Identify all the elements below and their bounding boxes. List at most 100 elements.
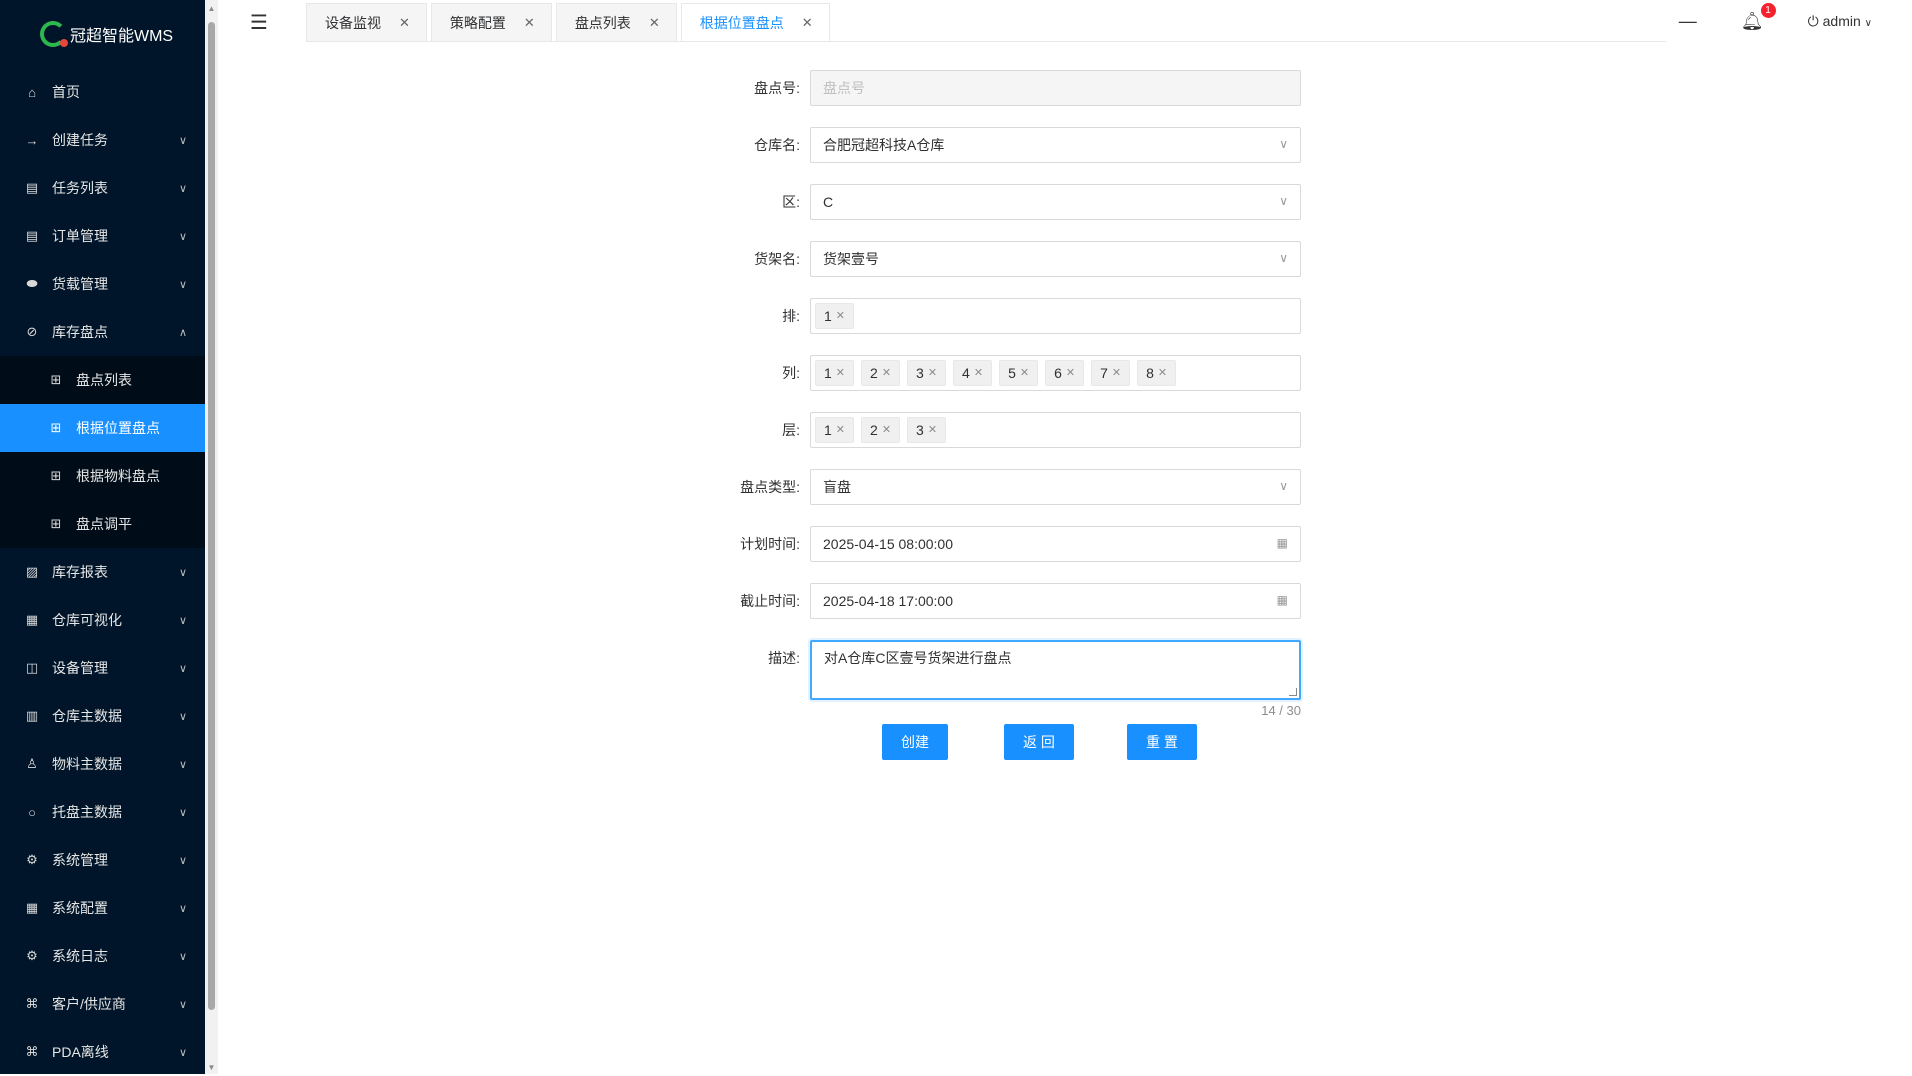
user-menu[interactable]: ⏻ admin ∨ — [1808, 13, 1872, 30]
create-button[interactable]: 创建 — [882, 724, 948, 760]
sidebar-item[interactable]: ◫ 设备管理 ∨ — [0, 644, 205, 692]
scrollbar-thumb[interactable] — [208, 22, 215, 1010]
sidebar-item[interactable]: ⊘ 库存盘点 ∧ — [0, 308, 205, 356]
sidebar-item[interactable]: ▨ 库存报表 ∨ — [0, 548, 205, 596]
count-type-value: 盲盘 — [823, 479, 851, 495]
close-icon[interactable]: ✕ — [1112, 360, 1121, 386]
chevron-down-icon: ∨ — [178, 134, 187, 147]
sidebar-item[interactable]: ○ 托盘主数据 ∨ — [0, 788, 205, 836]
deadline-picker[interactable]: 2025-04-18 17:00:00 ▦ — [810, 583, 1301, 619]
form-row-plan-time: 计划时间: 2025-04-15 08:00:00 ▦ — [730, 526, 1310, 583]
tab[interactable]: 根据位置盘点 ✕ — [680, 3, 830, 41]
sidebar-item[interactable]: ⬬ 货载管理 ∨ — [0, 260, 205, 308]
chevron-down-icon: ∨ — [178, 182, 187, 195]
close-icon[interactable]: ✕ — [974, 360, 983, 386]
count-no-label: 盘点号: — [754, 80, 800, 96]
back-button[interactable]: 返 回 — [1004, 724, 1074, 760]
apps-icon: ▦ — [25, 900, 39, 915]
plan-time-picker[interactable]: 2025-04-15 08:00:00 ▦ — [810, 526, 1301, 562]
notification-button[interactable]: 🔔︎ 1 — [1741, 2, 1776, 32]
sidebar-item-label: 任务列表 — [52, 180, 108, 196]
close-icon[interactable]: ✕ — [882, 360, 891, 386]
count-type-select[interactable]: 盲盘 ∨ — [810, 469, 1301, 505]
arrow-right-icon: → — [25, 132, 39, 148]
tab-bar: 设备监视 ✕ 策略配置 ✕ 盘点列表 ✕ 根据位置盘点 ✕ — [306, 3, 1666, 42]
command-icon: ⌘ — [25, 996, 39, 1011]
form-row-count-type: 盘点类型: 盲盘 ∨ — [730, 469, 1310, 526]
sidebar-item[interactable]: ⌘ PDA离线 ∨ — [0, 1028, 205, 1076]
column-multiselect[interactable]: 1 ✕ 2 ✕ 3 ✕ 4 ✕ 5 ✕ 6 ✕ 7 ✕ 8 ✕ — [810, 355, 1301, 391]
sidebar-item[interactable]: ⊞ 根据位置盘点 — [0, 404, 205, 452]
minimize-icon[interactable]: — — [1679, 11, 1697, 32]
sidebar-item[interactable]: ⌂ 首页 — [0, 68, 205, 116]
close-icon[interactable]: ✕ — [1158, 360, 1167, 386]
sidebar-item[interactable]: ▥ 仓库主数据 ∨ — [0, 692, 205, 740]
close-icon[interactable]: ✕ — [802, 15, 813, 31]
sidebar-item-label: 物料主数据 — [52, 756, 122, 772]
command-icon: ⌘ — [25, 1044, 39, 1059]
close-icon[interactable]: ✕ — [882, 417, 891, 443]
warehouse-select[interactable]: 合肥冠超科技A仓库 ∨ — [810, 127, 1301, 163]
close-icon[interactable]: ✕ — [524, 15, 535, 31]
close-icon[interactable]: ✕ — [1020, 360, 1029, 386]
brand-title: 冠超智能WMS — [70, 28, 174, 45]
sidebar-item[interactable]: ⊞ 盘点列表 — [0, 356, 205, 404]
scroll-down-icon[interactable]: ▼ — [207, 1063, 216, 1072]
sidebar-item[interactable]: ▤ 任务列表 ∨ — [0, 164, 205, 212]
sidebar-item[interactable]: ⚙ 系统日志 ∨ — [0, 932, 205, 980]
header: ☰ 设备监视 ✕ 策略配置 ✕ 盘点列表 ✕ 根据位置盘点 ✕ — 🔔︎ 1 ⏻ admin ∨ — [218, 0, 1912, 42]
close-icon[interactable]: ✕ — [836, 360, 845, 386]
calendar-icon: ▦ — [1276, 593, 1288, 607]
shelf-value: 货架壹号 — [823, 251, 879, 267]
deadline-value: 2025-04-18 17:00:00 — [823, 593, 953, 609]
selected-tag: 4 ✕ — [953, 360, 993, 386]
zone-select[interactable]: C ∨ — [810, 184, 1301, 220]
brand-logo[interactable]: 冠超智能WMS — [0, 0, 205, 68]
resize-handle-icon[interactable] — [1289, 688, 1297, 696]
close-icon[interactable]: ✕ — [836, 303, 845, 329]
sidebar-item[interactable]: ⊞ 根据物料盘点 — [0, 452, 205, 500]
sidebar-item-label: 盘点调平 — [76, 516, 132, 532]
grid-icon: ▦ — [25, 612, 39, 627]
username: admin — [1822, 12, 1861, 29]
close-icon[interactable]: ✕ — [649, 15, 660, 31]
sidebar-item[interactable]: ♙ 物料主数据 ∨ — [0, 740, 205, 788]
scroll-up-icon[interactable]: ▲ — [207, 4, 216, 13]
description-value: 对A仓库C区壹号货架进行盘点 — [824, 650, 1012, 666]
description-label: 描述: — [768, 650, 800, 666]
chevron-down-icon: ∨ — [178, 614, 187, 627]
close-icon[interactable]: ✕ — [836, 417, 845, 443]
sidebar-item[interactable]: ▦ 仓库可视化 ∨ — [0, 596, 205, 644]
selected-tag: 1 ✕ — [815, 303, 855, 329]
description-textarea[interactable]: 对A仓库C区壹号货架进行盘点 — [810, 640, 1301, 700]
form-actions: 创建 返 回 重 置 — [882, 724, 1310, 760]
sidebar-scrollbar[interactable]: ▲ ▼ — [205, 0, 218, 1074]
close-icon[interactable]: ✕ — [928, 360, 937, 386]
sidebar-item[interactable]: → 创建任务 ∨ — [0, 116, 205, 164]
tab-label: 盘点列表 — [574, 14, 631, 31]
close-icon[interactable]: ✕ — [1066, 360, 1075, 386]
reset-button[interactable]: 重 置 — [1127, 724, 1197, 760]
layer-multiselect[interactable]: 1 ✕ 2 ✕ 3 ✕ — [810, 412, 1301, 448]
zone-value: C — [823, 194, 834, 210]
close-icon[interactable]: ✕ — [399, 15, 410, 31]
tab[interactable]: 设备监视 ✕ — [306, 3, 427, 41]
sidebar-menu: ⌂ 首页 → 创建任务 ∨ ▤ 任务列表 ∨ ▤ 订单管理 ∨ ⬬ 货载管理 ∨ ⊘ 库存盘点 ∧ ⊞ 盘点列表 ⊞ 根… — [0, 68, 205, 1076]
menu-collapse-icon[interactable]: ☰ — [250, 10, 274, 34]
shelf-select[interactable]: 货架壹号 ∨ — [810, 241, 1301, 277]
sidebar-item[interactable]: ▦ 系统配置 ∨ — [0, 884, 205, 932]
deadline-label: 截止时间: — [740, 593, 800, 609]
sidebar-item-label: 设备管理 — [52, 660, 108, 676]
sidebar: 冠超智能WMS ⌂ 首页 → 创建任务 ∨ ▤ 任务列表 ∨ ▤ 订单管理 ∨ ⬬ 货载管理 ∨ ⊘ 库存盘点… — [0, 0, 205, 1074]
tab[interactable]: 策略配置 ✕ — [430, 3, 552, 41]
sidebar-item[interactable]: ⚙ 系统管理 ∨ — [0, 836, 205, 884]
chevron-down-icon: ∨ — [178, 566, 187, 579]
tag-label: 1 — [824, 365, 832, 381]
row-multiselect[interactable]: 1 ✕ — [810, 298, 1301, 334]
inventory-submenu: ⊞ 盘点列表 ⊞ 根据位置盘点 ⊞ 根据物料盘点 ⊞ 盘点调平 — [0, 356, 205, 548]
tab[interactable]: 盘点列表 ✕ — [555, 3, 677, 41]
close-icon[interactable]: ✕ — [928, 417, 937, 443]
sidebar-item[interactable]: ⌘ 客户/供应商 ∨ — [0, 980, 205, 1028]
sidebar-item[interactable]: ⊞ 盘点调平 — [0, 500, 205, 548]
sidebar-item[interactable]: ▤ 订单管理 ∨ — [0, 212, 205, 260]
